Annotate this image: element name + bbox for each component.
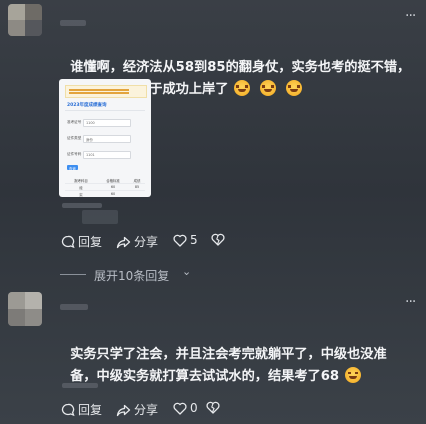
table-cell: 实 [65,190,97,197]
more-icon[interactable]: ··· [405,8,416,24]
post-text-line: 备，中级实务就打算去试试水的，结果考了68 [70,369,340,384]
share-label: 分享 [134,235,159,249]
avatar[interactable] [8,4,42,36]
share-icon [116,404,131,416]
reply-button[interactable]: 回复 [61,233,102,250]
score-table: 报考科目 合格标准 成绩 经 60 85 实 60 [65,177,145,197]
dislike-button[interactable] [206,401,220,414]
table-cell: 85 [129,183,145,192]
username[interactable] [60,20,86,26]
more-icon[interactable]: ··· [405,294,416,310]
avatar[interactable] [8,292,42,326]
reply-label: 回复 [78,235,103,249]
screenshot-title: 2023年度成绩查询 [67,103,107,108]
field-value: 1100 [86,120,95,125]
smile-emoji-icon [345,367,362,383]
dislike-icon [211,233,225,246]
divider [65,110,145,111]
post-meta [62,383,98,388]
table-cell: 经 [65,183,97,192]
chevron-down-icon[interactable]: ⌄ [182,265,191,278]
query-button-label: 查询 [69,166,76,171]
share-button[interactable]: 分享 [116,233,158,250]
field-value: 1101 [86,152,95,157]
query-button: 查询 [67,165,78,171]
field-label: 证件类型 [67,136,82,140]
table-row: 经 60 85 [65,183,145,192]
attached-screenshot[interactable]: 2023年度成绩查询 准考证号 1100 证件类型 身份 证件号码 1101 查… [59,79,151,197]
notice-banner [65,85,147,98]
field-label: 准考证号 [67,120,82,124]
username[interactable] [60,304,88,310]
table-cell [129,190,145,197]
reply-icon [61,403,75,416]
table-cell: 报考科目 [65,177,97,185]
post-meta [82,210,118,224]
form-row: 证件类型 身份 [67,135,145,143]
table-cell: 合格标准 [97,177,129,185]
table-cell: 60 [97,183,129,192]
dislike-button[interactable] [211,233,225,246]
post-text: 备，中级实务就打算去试试水的，结果考了68 [61,344,362,388]
field-value: 身份 [86,137,93,142]
expand-replies-button[interactable]: 展开10条回复 [94,267,169,284]
post-meta [62,203,102,208]
form-row: 准考证号 1100 [67,119,145,127]
like-count: 5 [190,233,198,247]
like-button[interactable]: 0 [173,401,198,415]
share-icon [116,236,131,248]
table-cell: 60 [97,190,129,197]
form-row: 证件号码 1101 [67,151,145,159]
heart-icon [173,234,187,247]
like-button[interactable]: 5 [173,233,198,247]
table-row: 实 60 [65,190,145,197]
heart-icon [173,402,187,415]
field-label: 证件号码 [67,152,82,156]
reply-button[interactable]: 回复 [61,401,102,418]
reply-icon [61,235,75,248]
crying-emoji-icon [260,80,277,96]
like-count: 0 [190,401,198,415]
share-label: 分享 [134,403,159,417]
divider [60,274,86,275]
dislike-icon [206,401,220,414]
table-cell: 成绩 [129,177,145,185]
crying-emoji-icon [234,80,251,96]
share-button[interactable]: 分享 [116,401,158,418]
crying-emoji-icon [286,80,303,96]
table-row: 报考科目 合格标准 成绩 [65,177,145,185]
reply-label: 回复 [78,403,103,417]
